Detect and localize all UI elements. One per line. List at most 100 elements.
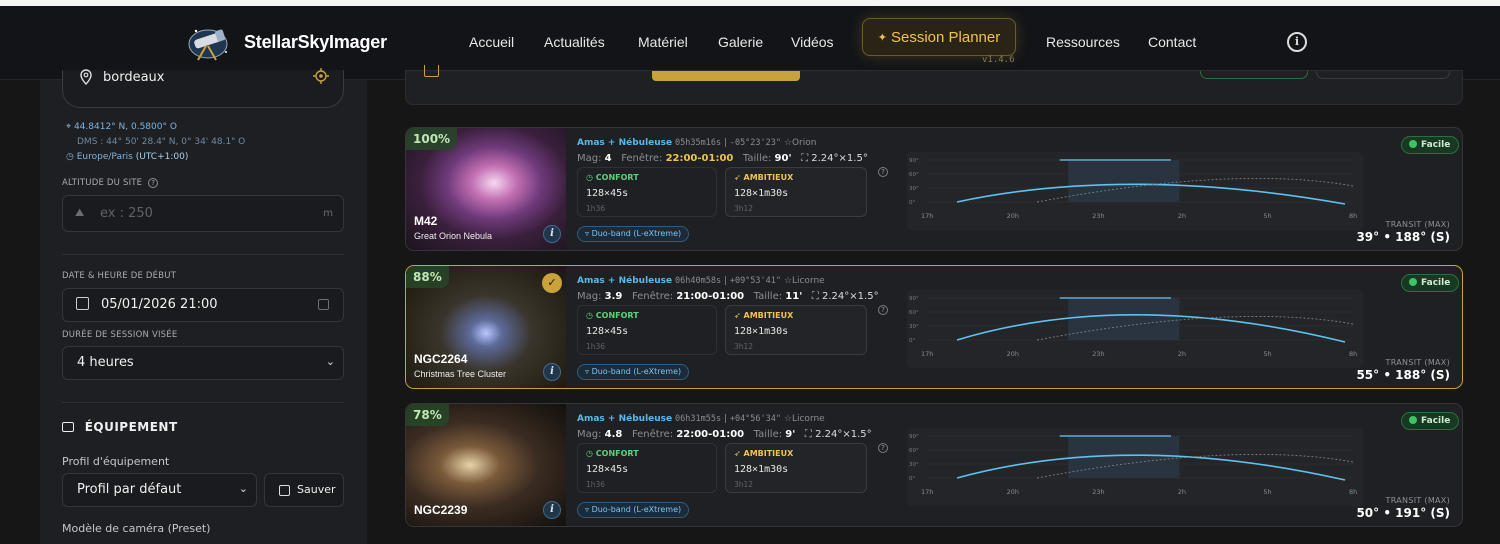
x-tick-label: 5h: [1263, 350, 1271, 358]
constellation: Orion: [791, 138, 817, 148]
confort-label: CONFORT: [595, 173, 639, 182]
clock-icon: ◷: [586, 449, 593, 458]
divider: [62, 402, 344, 403]
confort-value: 128×45s: [586, 188, 629, 199]
difficulty-badge: Facile: [1401, 136, 1460, 154]
filter-chip[interactable]: ▿ Duo-band (L-eXtreme): [577, 226, 690, 242]
duration-label: DURÉE DE SESSION VISÉE: [62, 330, 178, 340]
target-stats: Mag: 4 Fenêtre: 22:00-01:00 Taille: 90' …: [577, 153, 868, 164]
calendar-picker-icon[interactable]: [318, 299, 329, 310]
altitude-unit: m: [323, 208, 333, 219]
target-type: Amas + Nébuleuse: [577, 276, 673, 286]
nav-actualites[interactable]: Actualités: [544, 34, 605, 50]
results-panel: 100% M42 Great Orion Nebula i Amas + Néb…: [389, 65, 1479, 544]
x-tick-label: 17h: [921, 488, 933, 496]
target-type: Amas + Nébuleuse: [577, 138, 673, 148]
clock-icon: ◷: [66, 152, 74, 162]
target-info-icon[interactable]: i: [543, 363, 561, 381]
mountain-icon: ⛰: [75, 206, 85, 219]
confort-box: ◷ CONFORT 128×45s 1h36: [577, 305, 717, 355]
geolocate-icon[interactable]: [313, 68, 329, 84]
nav-galerie[interactable]: Galerie: [718, 34, 763, 50]
save-button[interactable]: Sauver: [264, 473, 344, 507]
altitude-label: ALTITUDE DU SITE: [62, 178, 143, 188]
nav-contact[interactable]: Contact: [1148, 34, 1196, 50]
filter-chip[interactable]: ▿ Duo-band (L-eXtreme): [577, 502, 690, 518]
altitude-chart[interactable]: 90° 60° 30° 0° 17h 20h 23h 2h 5h 8h: [907, 152, 1363, 230]
window-value: 21:00-01:00: [676, 291, 745, 302]
info-icon[interactable]: i: [1287, 32, 1307, 52]
filter-label: Duo-band (L-eXtreme): [591, 367, 682, 376]
duration-value: 4 heures: [77, 355, 134, 370]
star-icon: ☆: [783, 414, 792, 424]
target-meta: Amas + Nébuleuse 05h35m16s | -05°23'23" …: [577, 138, 817, 148]
y-tick-label: 60°: [909, 172, 919, 178]
target-stats: Mag: 3.9 Fenêtre: 21:00-01:00 Taille: 11…: [577, 291, 879, 302]
confort-header: ◷ CONFORT: [586, 311, 639, 320]
coords-line: ⌖ 44.8412° N, 0.5800° O: [66, 122, 177, 132]
duration-select[interactable]: 4 heures ⌄: [62, 346, 344, 380]
ambitieux-duration: 3h12: [734, 342, 754, 351]
selected-check-icon[interactable]: ✓: [542, 273, 562, 293]
fov-icon: ⛶: [804, 429, 812, 440]
confort-header: ◷ CONFORT: [586, 449, 639, 458]
divider: [62, 254, 344, 255]
toolbar-secondary-button[interactable]: [1200, 71, 1308, 79]
filter-icon: ▿: [585, 229, 590, 238]
help-icon[interactable]: ?: [148, 178, 159, 188]
window-value: 22:00-01:00: [676, 429, 745, 440]
x-tick-label: 23h: [1092, 488, 1104, 496]
nav-accueil[interactable]: Accueil: [469, 34, 514, 50]
x-tick-label: 17h: [921, 350, 933, 358]
altitude-chart[interactable]: 90° 60° 30° 0° 17h 20h 23h 2h 5h 8h: [907, 428, 1363, 506]
target-ra: 06h40m58s: [675, 276, 722, 286]
size-value: 90': [774, 153, 792, 164]
target-ra: 05h35m16s: [675, 138, 722, 148]
help-icon[interactable]: ?: [878, 305, 888, 315]
window-label: Fenêtre:: [621, 153, 663, 164]
altitude-chart[interactable]: 90° 60° 30° 0° 17h 20h 23h 2h 5h 8h: [907, 290, 1363, 368]
filter-label: Duo-band (L-eXtreme): [591, 229, 682, 238]
session-planner-button[interactable]: ✦ Session Planner: [862, 18, 1016, 56]
telescope-logo-icon[interactable]: [186, 22, 234, 62]
confort-label: CONFORT: [595, 311, 639, 320]
nav-materiel[interactable]: Matériel: [638, 34, 688, 50]
x-tick-label: 20h: [1007, 212, 1019, 220]
help-icon[interactable]: ?: [878, 167, 888, 177]
size-value: 9': [785, 429, 796, 440]
save-label: Sauver: [297, 483, 336, 496]
y-tick-label: 30°: [909, 324, 919, 330]
target-subtitle: Christmas Tree Cluster: [414, 369, 507, 379]
brand-name[interactable]: StellarSkyImager: [244, 32, 387, 53]
utc-offset: (UTC+1:00): [135, 152, 189, 162]
toolbar-primary-button[interactable]: [652, 71, 800, 81]
nav-ressources[interactable]: Ressources: [1046, 34, 1120, 50]
target-card[interactable]: 78% NGC2239 i Amas + Nébuleuse 06h31m55s…: [405, 403, 1463, 527]
target-info-icon[interactable]: i: [543, 501, 561, 519]
date-value: 05/01/2026 21:00: [101, 297, 218, 312]
start-datetime-field[interactable]: 05/01/2026 21:00: [62, 288, 344, 322]
location-value: bordeaux: [103, 70, 165, 85]
target-name: M42: [414, 214, 438, 228]
help-icon[interactable]: ?: [878, 443, 888, 453]
sparkle-icon: ✦: [877, 31, 887, 44]
target-card[interactable]: 100% M42 Great Orion Nebula i Amas + Néb…: [405, 127, 1463, 251]
x-tick-label: 23h: [1092, 212, 1104, 220]
altitude-label-row: ALTITUDE DU SITE ?: [62, 178, 159, 188]
target-card[interactable]: 88% ✓ NGC2264 Christmas Tree Cluster i A…: [405, 265, 1463, 389]
transit-value: 55° • 188° (S): [1356, 368, 1450, 382]
target-info-icon[interactable]: i: [543, 225, 561, 243]
y-tick-label: 0°: [909, 338, 915, 344]
window-value: 22:00-01:00: [665, 153, 734, 164]
settings-sidebar: bordeaux ⌖ 44.8412° N, 0.5800° O DMS : 4…: [40, 68, 367, 544]
filter-chip[interactable]: ▿ Duo-band (L-eXtreme): [577, 364, 690, 380]
nav-videos[interactable]: Vidéos: [791, 34, 834, 50]
target-name: NGC2264: [414, 352, 468, 366]
status-dot: [1409, 416, 1417, 424]
altitude-field[interactable]: ⛰ ex : 250 m: [62, 195, 344, 232]
profile-select[interactable]: Profil par défaut ⌄: [62, 473, 257, 507]
location-input[interactable]: bordeaux: [62, 68, 344, 108]
toolbar-tertiary-button[interactable]: [1316, 71, 1450, 79]
calendar-icon: [76, 297, 89, 310]
y-tick-label: 30°: [909, 186, 919, 192]
